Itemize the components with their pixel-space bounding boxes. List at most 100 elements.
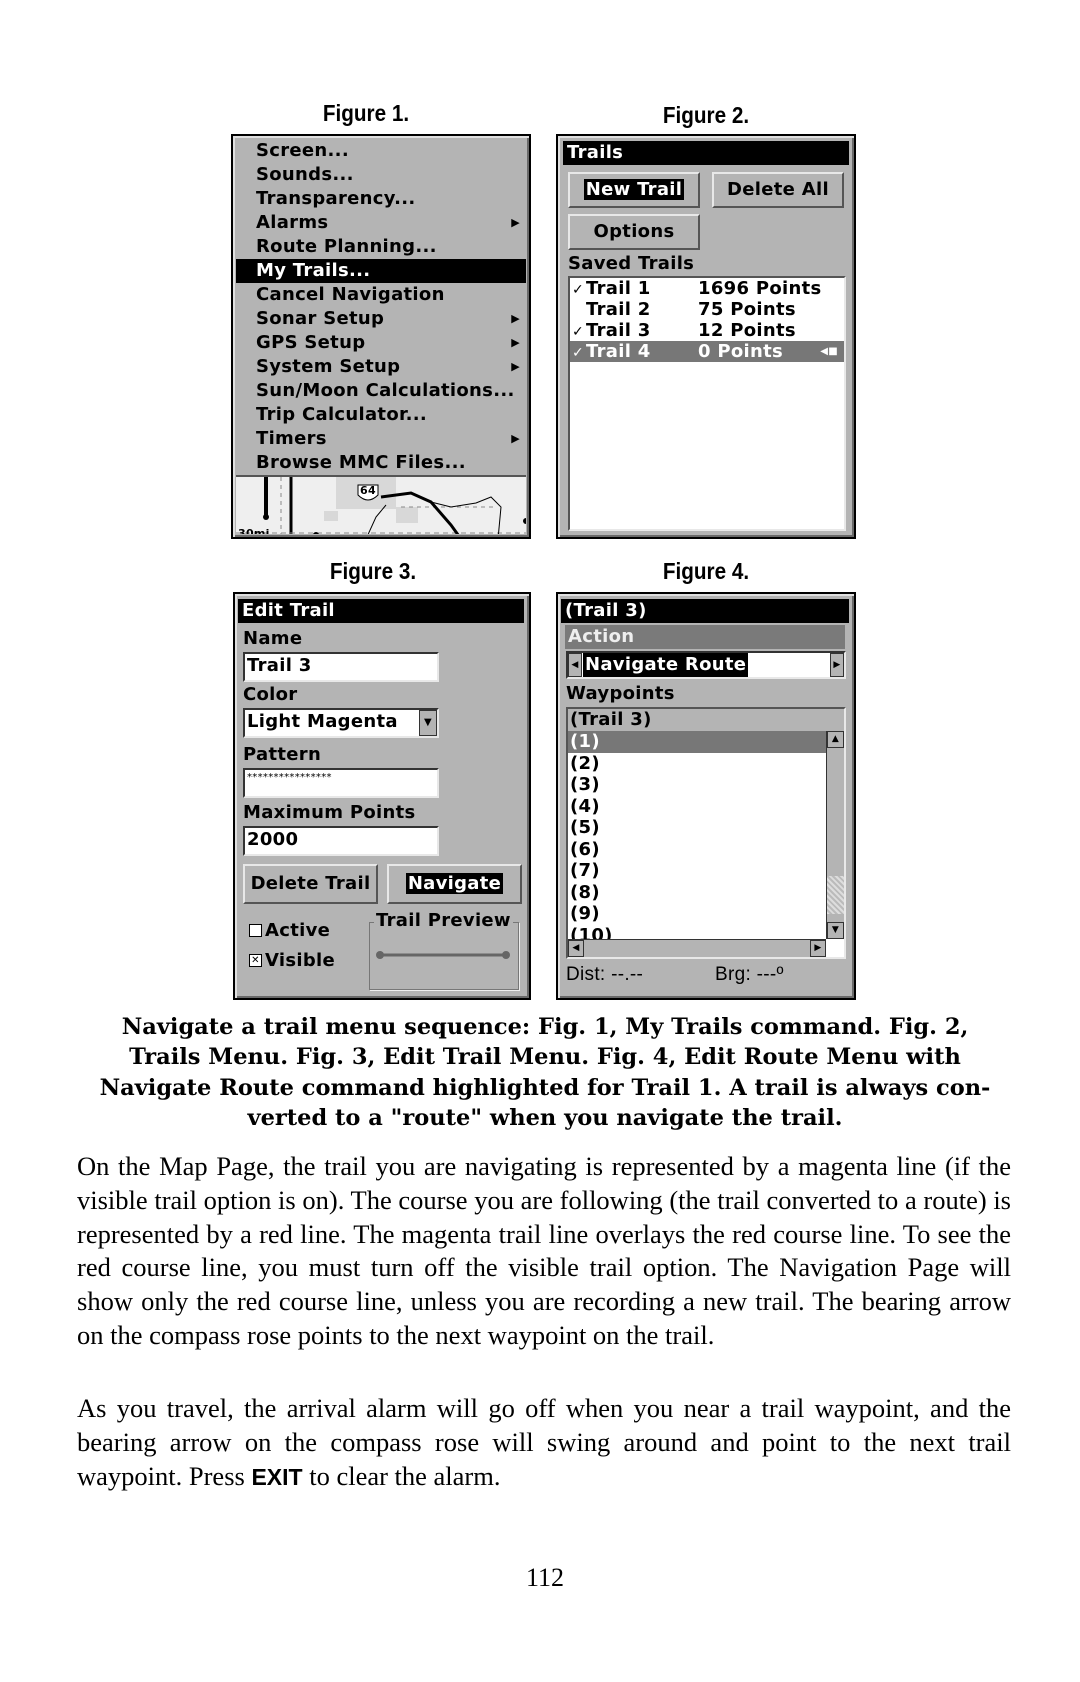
pattern-input[interactable]: **************** [243,768,439,798]
color-dropdown[interactable]: Light Magenta ▼ [243,708,439,738]
new-trail-button[interactable]: New Trail [568,172,700,208]
menu-item-label: Cancel Navigation [256,284,445,305]
trail-name: Trail 3 [586,320,651,341]
para2-text-before: As you travel, the arrival alarm will go… [77,1393,1011,1491]
trail-name-input[interactable]: Trail 3 [243,652,439,682]
waypoint-row[interactable]: (2) [568,753,826,775]
menu-item[interactable]: Timers ▶ [236,427,526,451]
scroll-right-icon[interactable]: ▶ [810,940,826,957]
waypoints-label: Waypoints [566,683,675,704]
scroll-left-icon[interactable]: ◀ [568,940,584,957]
scroll-down-icon[interactable]: ▼ [827,922,844,939]
horizontal-scrollbar[interactable]: ◀ ▶ [568,939,826,957]
caption-line: Trails Menu. Fig. 3, Edit Trail Menu. Fi… [129,1044,961,1071]
arrow-left-icon[interactable]: ◀ [568,653,582,677]
waypoint-row[interactable]: (5) [568,817,826,839]
menu-item-label: Screen... [256,140,349,161]
submenu-arrow-icon: ▶ [511,336,520,349]
menu-item[interactable]: My Trails... [236,259,526,283]
max-points-input[interactable]: 2000 [243,826,439,856]
menu-item-label: Timers [256,428,327,449]
trail-row[interactable]: ✓ Trail 1 1696 Points [570,278,844,299]
menu-item[interactable]: Route Planning... [236,235,526,259]
trail-preview-group: Trail Preview [369,910,519,990]
trail-points: 12 Points [698,320,796,341]
menu-item[interactable]: GPS Setup ▶ [236,331,526,355]
waypoint-row[interactable]: (1) [568,731,826,753]
menu-item-label: Browse MMC Files... [256,452,466,473]
trail-row[interactable]: Trail 2 75 Points [570,299,844,320]
menu-item[interactable]: Alarms ▶ [236,211,526,235]
options-button[interactable]: Options [568,214,700,250]
waypoint-row[interactable]: (7) [568,860,826,882]
menu-item-label: My Trails... [256,260,371,281]
active-label: Active [265,920,331,941]
edit-route-window-title: (Trail 3) [561,599,849,623]
trail-name: Trail 2 [586,299,651,320]
checkbox-unchecked-icon [249,924,262,937]
color-value: Light Magenta [247,711,398,732]
action-selector[interactable]: ◀ Navigate Route ▶ [566,651,846,679]
active-checkbox[interactable]: Active [249,920,330,941]
pattern-label: Pattern [243,744,322,765]
menu-item[interactable]: Screen... [236,139,526,163]
menu-item[interactable]: Sun/Moon Calculations... [236,379,526,403]
figure-1-title: Figure 1. [322,100,410,126]
visible-label: Visible [265,950,336,971]
body-paragraph-1: On the Map Page, the trail you are navig… [77,1151,1011,1350]
main-menu: Screen... Sounds... Transparency... Alarms ▶… [236,139,526,477]
distance-readout: Dist: --.-- [566,964,644,985]
caption-line: verted to a "route" when you navigate th… [247,1104,843,1131]
max-points-label: Maximum Points [243,802,416,823]
caption-line: Navigate Route command highlighted for T… [99,1074,991,1101]
menu-item-label: Sonar Setup [256,308,385,329]
menu-item[interactable]: Sonar Setup ▶ [236,307,526,331]
menu-item[interactable]: Browse MMC Files... [236,451,526,475]
trail-points: 75 Points [698,299,796,320]
trail-preview-line [376,951,510,959]
menu-item[interactable]: Sounds... [236,163,526,187]
menu-item-label: Route Planning... [256,236,437,257]
submenu-arrow-icon: ▶ [511,312,520,325]
menu-item[interactable]: System Setup ▶ [236,355,526,379]
menu-item[interactable]: Trip Calculator... [236,403,526,427]
trail-row[interactable]: ✓ Trail 3 12 Points [570,320,844,341]
chevron-down-icon[interactable]: ▼ [419,710,437,736]
saved-trails-list[interactable]: ✓ Trail 1 1696 Points Trail 2 75 Points ✓ Trai… [568,276,846,531]
delete-all-button[interactable]: Delete All [712,172,844,208]
waypoint-row[interactable]: (9) [568,903,826,925]
submenu-arrow-icon: ▶ [511,216,520,229]
para2-text-after: to clear the alarm. [302,1460,501,1491]
scroll-up-icon[interactable]: ▲ [827,731,844,748]
waypoint-row[interactable]: (10) [568,925,826,939]
checkmark-icon: ✓ [571,282,585,298]
trails-window-title: Trails [563,141,849,165]
waypoints-list[interactable]: (Trail 3) (1) (2) (3) (4) (5) (6) (7) (8) (9) (10… [566,707,846,959]
waypoint-row[interactable]: (8) [568,882,826,904]
menu-item-label: GPS Setup [256,332,366,353]
menu-item-label: Trip Calculator... [256,404,428,425]
page-number: 112 [525,1563,565,1592]
delete-trail-button[interactable]: Delete Trail [243,864,378,904]
bearing-readout: Brg: ---º [715,964,784,985]
vertical-scrollbar[interactable]: ▲ ▼ [826,731,844,939]
waypoint-row[interactable]: (3) [568,774,826,796]
figure-2-trails-menu: Trails New Trail Delete All Options Save… [556,134,856,539]
visible-checkbox[interactable]: ✕ Visible [249,950,335,971]
menu-item-label: Transparency... [256,188,416,209]
menu-item[interactable]: Transparency... [236,187,526,211]
waypoints-header: (Trail 3) [568,709,844,731]
saved-trails-label: Saved Trails [568,253,695,274]
menu-item[interactable]: Cancel Navigation [236,283,526,307]
arrow-right-icon[interactable]: ▶ [830,653,844,677]
map-scale-label: 30mi [238,527,270,534]
trail-row[interactable]: ✓ Trail 4 0 Points ◀■ [570,341,844,362]
map-background: 64 30mi [236,477,526,534]
scroll-thumb[interactable] [827,876,844,914]
navigate-button[interactable]: Navigate [387,864,522,904]
waypoint-row[interactable]: (6) [568,839,826,861]
map-view: 64 30mi [236,477,526,534]
exit-key-label: EXIT [251,1463,303,1490]
navigate-label: Navigate [405,873,504,894]
waypoint-row[interactable]: (4) [568,796,826,818]
